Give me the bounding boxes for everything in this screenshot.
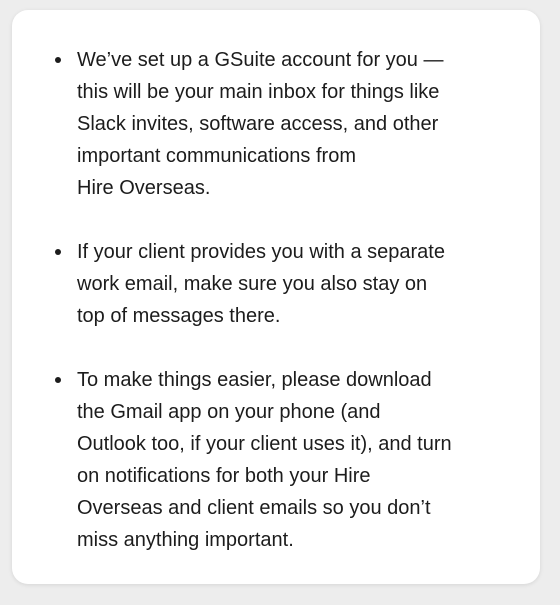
text-line: on notifications for both your Hire (77, 465, 371, 487)
bullet-text: We’ve set up a GSuite account for you — … (77, 44, 510, 204)
text-line: the Gmail app on your phone (and (77, 401, 381, 423)
bullet-dot-icon (55, 377, 61, 383)
bullet-item-gmail-app: To make things easier, please download t… (12, 364, 540, 556)
bullet-text: If your client provides you with a separ… (77, 236, 510, 332)
bullet-dot-icon (55, 57, 61, 63)
text-line: work email, make sure you also stay on (77, 273, 428, 295)
bullet-text: To make things easier, please download t… (77, 364, 510, 556)
text-line: this will be your main inbox for things … (77, 81, 440, 103)
text-line: We’ve set up a GSuite account for you — (77, 49, 444, 71)
text-line: important communications from (77, 145, 356, 167)
text-line: If your client provides you with a separ… (77, 241, 445, 263)
text-line: top of messages there. (77, 305, 281, 327)
text-line: Overseas and client emails so you don’t (77, 497, 431, 519)
bullet-item-gsuite: We’ve set up a GSuite account for you — … (12, 44, 540, 204)
text-line: miss anything important. (77, 529, 294, 551)
text-line: Outlook too, if your client uses it), an… (77, 433, 452, 455)
text-line: Slack invites, software access, and othe… (77, 113, 439, 135)
bullet-list: We’ve set up a GSuite account for you — … (12, 44, 540, 556)
text-line: To make things easier, please download (77, 369, 432, 391)
bullet-item-client-email: If your client provides you with a separ… (12, 236, 540, 332)
text-line: Hire Overseas. (77, 177, 211, 199)
bullet-dot-icon (55, 249, 61, 255)
info-card: We’ve set up a GSuite account for you — … (12, 10, 540, 584)
